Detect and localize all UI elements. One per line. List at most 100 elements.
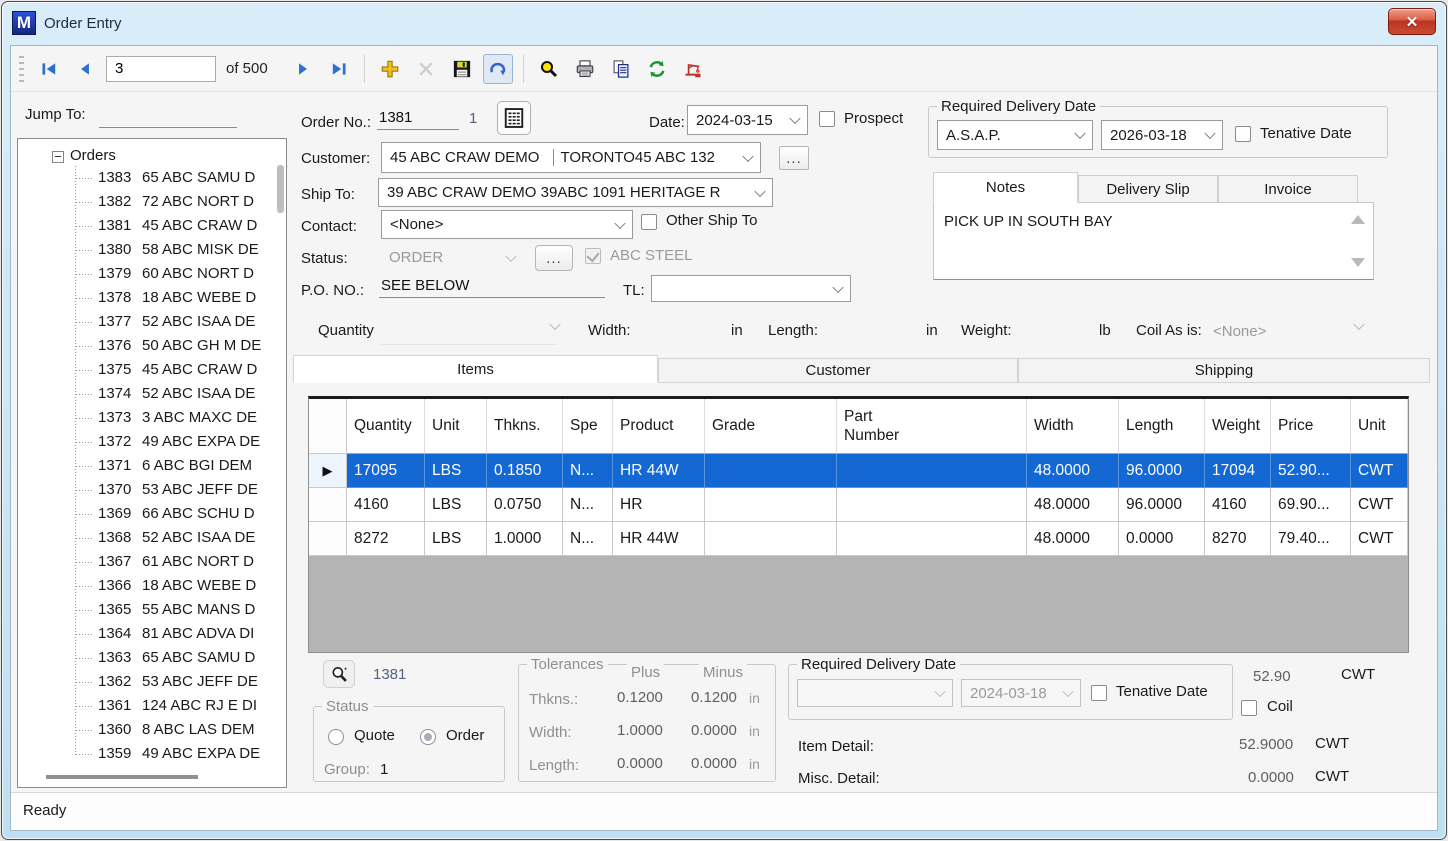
order-radio[interactable] [420, 729, 436, 745]
add-record-button[interactable] [375, 54, 405, 84]
tree-item-order[interactable]: 137818 ABC WEBE D [18, 286, 286, 310]
tl-combobox[interactable] [651, 275, 851, 302]
next-record-button[interactable] [288, 54, 318, 84]
grid-column-header[interactable]: Thkns. [487, 399, 563, 454]
grid-cell[interactable]: 8270 [1205, 522, 1271, 556]
tree-item-order[interactable]: 136761 ABC NORT D [18, 550, 286, 574]
tree-item-order[interactable]: 136555 ABC MANS D [18, 598, 286, 622]
rdd-bottom-date-combobox[interactable]: 2024-03-18 [961, 679, 1081, 707]
tentative-date-bottom-checkbox[interactable] [1091, 685, 1107, 701]
record-index-input[interactable] [106, 56, 216, 82]
grid-column-header[interactable]: Spe [563, 399, 613, 454]
refresh-button[interactable] [642, 54, 672, 84]
grid-cell[interactable]: 48.0000 [1027, 454, 1119, 488]
contact-combobox[interactable]: <None> [381, 210, 633, 239]
tree-item-order[interactable]: 13733 ABC MAXC DE [18, 406, 286, 430]
grid-column-header[interactable]: Part Number [837, 399, 1027, 454]
tab-invoice[interactable]: Invoice [1218, 175, 1358, 203]
close-button[interactable]: ✕ [1388, 8, 1436, 35]
grid-cell[interactable] [837, 488, 1027, 522]
ship-to-combobox[interactable]: 39 ABC CRAW DEMO 39ABC 1091 HERITAGE R [378, 178, 773, 207]
delete-record-button[interactable] [411, 54, 441, 84]
grid-cell[interactable]: CWT [1351, 522, 1408, 556]
grid-row[interactable]: ▶17095LBS0.1850N...HR 44W48.000096.00001… [309, 454, 1408, 488]
tree-item-order[interactable]: 138145 ABC CRAW D [18, 214, 286, 238]
item-search-button[interactable] [323, 660, 355, 688]
rdd-date-combobox[interactable]: 2026-03-18 [1101, 120, 1223, 150]
grid-cell[interactable] [705, 488, 837, 522]
tree-item-order[interactable]: 136966 ABC SCHU D [18, 502, 286, 526]
tree-item-order[interactable]: 136852 ABC ISAA DE [18, 526, 286, 550]
toolbar-grip[interactable] [19, 56, 24, 82]
tree-item-order[interactable]: 136253 ABC JEFF DE [18, 670, 286, 694]
tree-item-order[interactable]: 137650 ABC GH M DE [18, 334, 286, 358]
grid-column-header[interactable]: Unit [1351, 399, 1408, 454]
grid-cell[interactable]: 79.40... [1271, 522, 1351, 556]
grid-cell[interactable]: 96.0000 [1119, 488, 1205, 522]
grid-cell[interactable]: 8272 [347, 522, 425, 556]
row-selector[interactable]: ▶ [309, 454, 347, 488]
grid-column-header[interactable]: Length [1119, 399, 1205, 454]
tab-items[interactable]: Items [293, 355, 658, 383]
grid-cell[interactable]: N... [563, 454, 613, 488]
tentative-date-checkbox[interactable] [1235, 126, 1251, 142]
tree-item-order[interactable]: 136481 ABC ADVA DI [18, 622, 286, 646]
copy-button[interactable] [606, 54, 636, 84]
grid-cell[interactable]: 69.90... [1271, 488, 1351, 522]
tree-item-order[interactable]: 135949 ABC EXPA DE [18, 742, 286, 766]
grid-row[interactable]: 4160LBS0.0750N...HR48.000096.0000416069.… [309, 488, 1408, 522]
grid-cell[interactable]: 17094 [1205, 454, 1271, 488]
collapse-icon[interactable] [52, 151, 64, 163]
previous-record-button[interactable] [70, 54, 100, 84]
grid-cell[interactable]: 1.0000 [487, 522, 563, 556]
grid-cell[interactable]: 48.0000 [1027, 522, 1119, 556]
order-grid-button[interactable] [497, 101, 531, 135]
status-combobox[interactable]: ORDER [381, 244, 523, 271]
grid-cell[interactable]: N... [563, 488, 613, 522]
tree-item-order[interactable]: 137053 ABC JEFF DE [18, 478, 286, 502]
grid-cell[interactable]: HR 44W [613, 522, 705, 556]
grid-cell[interactable]: 17095 [347, 454, 425, 488]
grid-cell[interactable]: N... [563, 522, 613, 556]
abc-steel-checkbox[interactable] [585, 248, 601, 264]
grid-row[interactable]: 8272LBS1.0000N...HR 44W48.00000.00008270… [309, 522, 1408, 556]
notes-textarea[interactable]: PICK UP IN SOUTH BAY [933, 202, 1374, 280]
grid-cell[interactable] [705, 454, 837, 488]
tab-customer[interactable]: Customer [658, 358, 1018, 383]
grid-cell[interactable]: LBS [425, 488, 487, 522]
grid-cell[interactable]: LBS [425, 522, 487, 556]
coil-checkbox[interactable] [1241, 700, 1257, 716]
save-button[interactable] [447, 54, 477, 84]
customer-lookup-button[interactable]: ... [779, 146, 809, 170]
tree-item-order[interactable]: 137960 ABC NORT D [18, 262, 286, 286]
order-no-input[interactable] [377, 106, 459, 130]
grid-cell[interactable] [837, 454, 1027, 488]
grid-column-header[interactable]: Grade [705, 399, 837, 454]
crane-button[interactable] [678, 54, 708, 84]
chevron-down-icon[interactable] [1353, 319, 1364, 330]
print-button[interactable] [570, 54, 600, 84]
grid-cell[interactable]: 48.0000 [1027, 488, 1119, 522]
tree-item-order[interactable]: 137545 ABC CRAW D [18, 358, 286, 382]
date-combobox[interactable]: 2024-03-15 [687, 105, 808, 135]
first-record-button[interactable] [34, 54, 64, 84]
grid-cell[interactable]: 96.0000 [1119, 454, 1205, 488]
tree-item-order[interactable]: 138058 ABC MISK DE [18, 238, 286, 262]
grid-cell[interactable]: HR [613, 488, 705, 522]
rdd-bottom-mode-combobox[interactable] [797, 679, 953, 707]
status-lookup-button[interactable]: ... [535, 245, 573, 271]
tree-item-order[interactable]: 137249 ABC EXPA DE [18, 430, 286, 454]
tree-item-order[interactable]: 1361124 ABC RJ E DI [18, 694, 286, 718]
tree-vertical-scrollbar[interactable] [277, 165, 284, 213]
prospect-checkbox[interactable] [819, 111, 835, 127]
other-ship-to-checkbox[interactable] [641, 214, 657, 230]
grid-cell[interactable]: HR 44W [613, 454, 705, 488]
grid-column-header[interactable]: Weight [1205, 399, 1271, 454]
tree-item-order[interactable]: 138365 ABC SAMU D [18, 166, 286, 190]
tree-item-order[interactable]: 137452 ABC ISAA DE [18, 382, 286, 406]
row-selector[interactable] [309, 488, 347, 522]
grid-column-header[interactable]: Price [1271, 399, 1351, 454]
tab-delivery-slip[interactable]: Delivery Slip [1078, 175, 1218, 203]
grid-cell[interactable]: 0.0750 [487, 488, 563, 522]
find-button[interactable] [534, 54, 564, 84]
